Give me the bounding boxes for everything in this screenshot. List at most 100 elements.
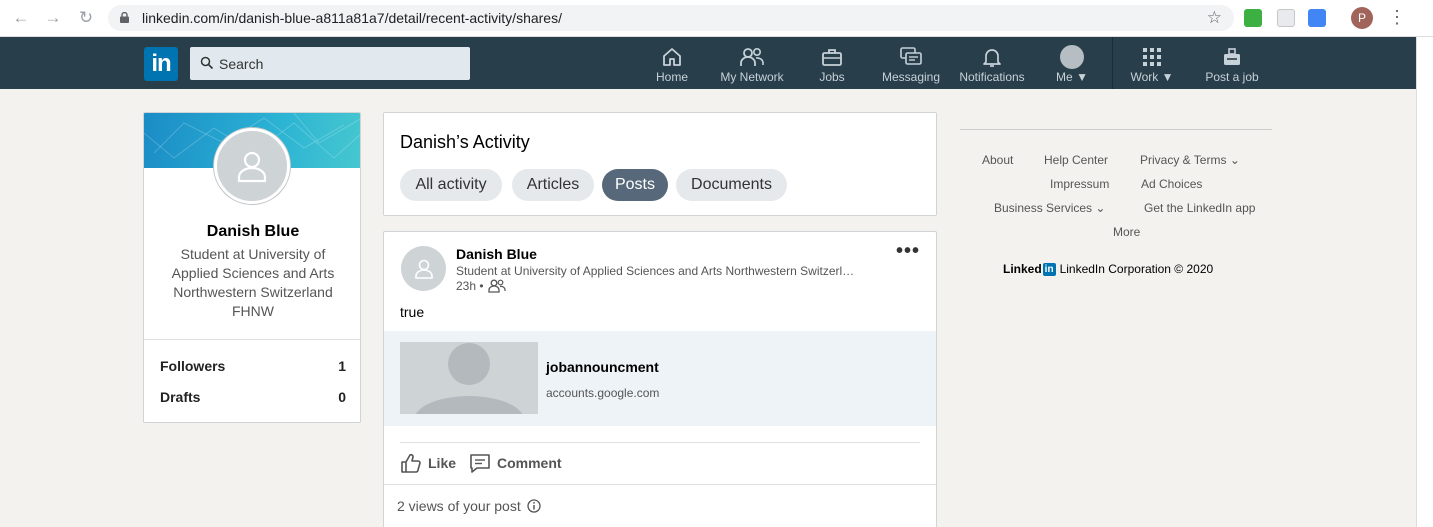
- link-thumbnail: [400, 342, 538, 414]
- brand-text: Linked: [1003, 262, 1042, 276]
- bookmark-star-icon[interactable]: ☆: [1207, 8, 1222, 28]
- network-icon: [740, 47, 764, 66]
- post-card: Danish Blue Student at University of App…: [383, 231, 937, 527]
- profile-headline: Student at University of Applied Science…: [171, 246, 335, 319]
- brand-in-badge: in: [1042, 262, 1056, 276]
- nav-label: Home: [655, 70, 688, 84]
- profile-name[interactable]: Danish Blue: [144, 223, 360, 241]
- nav-label: Work: [1130, 70, 1159, 84]
- post-text: true: [400, 304, 425, 320]
- profile-card: Danish Blue Student at University of App…: [143, 112, 361, 423]
- document-extension-icon[interactable]: [1277, 9, 1295, 27]
- nav-my-network[interactable]: My Network: [715, 37, 789, 89]
- translate-extension-icon[interactable]: [1308, 9, 1326, 27]
- tab-posts[interactable]: Posts: [602, 169, 668, 201]
- page-edge: [1416, 37, 1433, 527]
- briefcase-icon: [822, 49, 842, 66]
- lock-icon: [120, 12, 129, 23]
- footer-link-more[interactable]: More: [1113, 225, 1140, 239]
- avatar-icon: [1060, 45, 1084, 69]
- chevron-down-icon: ▼: [1076, 70, 1088, 84]
- footer-link-about[interactable]: About: [982, 153, 1013, 167]
- home-icon: [663, 48, 681, 66]
- thumbs-up-icon: [401, 453, 421, 473]
- nav-jobs[interactable]: Jobs: [814, 37, 850, 89]
- footer-link-privacy-terms[interactable]: Privacy & Terms ⌄: [1140, 153, 1240, 167]
- url-text: linkedin.com/in/danish-blue-a811a81a7/de…: [142, 10, 562, 26]
- post-views[interactable]: 2 views of your post: [397, 498, 541, 514]
- person-icon: [414, 259, 433, 279]
- browser-toolbar: ← → ↻ linkedin.com/in/danish-blue-a811a8…: [0, 0, 1433, 37]
- grid-icon: [1143, 48, 1161, 66]
- chevron-down-icon: ⌄: [1229, 153, 1240, 167]
- forward-arrow-icon[interactable]: →: [43, 8, 63, 28]
- person-placeholder-icon: [415, 343, 523, 414]
- bell-icon: [983, 49, 1001, 67]
- activity-title: Danish’s Activity: [400, 132, 530, 152]
- footer-link-ad-choices[interactable]: Ad Choices: [1141, 177, 1202, 191]
- copyright-text: LinkedIn Corporation © 2020: [1059, 262, 1214, 276]
- browser-menu-icon[interactable]: ⋮: [1388, 8, 1406, 26]
- tab-documents[interactable]: Documents: [676, 169, 787, 201]
- tab-all-activity[interactable]: All activity: [400, 169, 502, 201]
- footer-divider: [960, 129, 1272, 130]
- nav-post-a-job[interactable]: Post a job: [1200, 37, 1264, 89]
- link-label: Business Services: [994, 201, 1093, 215]
- link-preview[interactable]: jobannouncment accounts.google.com: [384, 331, 936, 426]
- linkedin-wordmark: Linked in: [1003, 262, 1056, 276]
- nav-label: My Network: [720, 70, 784, 84]
- stat-label: Drafts: [160, 389, 201, 405]
- divider: [400, 442, 920, 443]
- stat-value: 0: [338, 389, 346, 405]
- messaging-icon: [900, 47, 922, 65]
- link-source: accounts.google.com: [546, 386, 660, 400]
- like-button[interactable]: Like: [400, 450, 456, 476]
- comment-button[interactable]: Comment: [469, 450, 562, 476]
- drafts-stat[interactable]: Drafts 0: [160, 389, 346, 405]
- nav-notifications[interactable]: Notifications: [953, 37, 1031, 89]
- info-icon: [527, 499, 541, 513]
- activity-card: Danish’s Activity All activity Articles …: [383, 112, 937, 216]
- chevron-down-icon: ▼: [1161, 70, 1174, 84]
- nav-messaging[interactable]: Messaging: [878, 37, 944, 89]
- post-job-icon: [1224, 48, 1240, 65]
- search-input[interactable]: Search: [190, 47, 470, 80]
- footer-link-get-app[interactable]: Get the LinkedIn app: [1144, 201, 1255, 215]
- post-author-headline: Student at University of Applied Science…: [456, 264, 855, 278]
- nav-label: Post a job: [1205, 70, 1259, 84]
- comment-icon: [470, 454, 490, 473]
- nav-label: Me: [1056, 70, 1073, 84]
- back-arrow-icon[interactable]: ←: [11, 8, 31, 28]
- divider: [144, 339, 360, 340]
- search-placeholder: Search: [219, 56, 264, 72]
- nav-work[interactable]: Work ▼: [1126, 37, 1178, 89]
- nav-divider: [1112, 37, 1113, 89]
- author-avatar[interactable]: [401, 246, 446, 291]
- address-bar[interactable]: linkedin.com/in/danish-blue-a811a81a7/de…: [108, 5, 1234, 31]
- search-icon: [200, 56, 214, 70]
- tab-articles[interactable]: Articles: [512, 169, 594, 201]
- more-options-icon[interactable]: •••: [896, 240, 920, 263]
- post-author-name[interactable]: Danish Blue: [456, 246, 537, 262]
- reload-icon[interactable]: ↻: [76, 8, 96, 28]
- followers-stat[interactable]: Followers 1: [160, 358, 346, 374]
- stat-label: Followers: [160, 358, 226, 374]
- browser-profile-avatar[interactable]: P: [1351, 7, 1373, 29]
- extension-icon[interactable]: [1244, 9, 1262, 27]
- link-title[interactable]: jobannouncment: [546, 359, 659, 375]
- nav-home[interactable]: Home: [651, 37, 693, 89]
- copyright: Linked in LinkedIn Corporation © 2020: [1003, 262, 1213, 276]
- divider: [384, 484, 936, 485]
- comment-label: Comment: [497, 455, 562, 471]
- footer-link-impressum[interactable]: Impressum: [1050, 177, 1109, 191]
- post-time: 23h •: [456, 279, 484, 293]
- footer-link-business-services[interactable]: Business Services ⌄: [994, 201, 1105, 215]
- linkedin-logo[interactable]: in: [144, 47, 178, 81]
- footer-link-help-center[interactable]: Help Center: [1044, 153, 1108, 167]
- nav-label: Messaging: [881, 70, 941, 84]
- link-label: Privacy & Terms: [1140, 153, 1227, 167]
- nav-me[interactable]: Me ▼: [1050, 37, 1094, 89]
- person-icon: [237, 151, 267, 183]
- profile-avatar[interactable]: [214, 128, 290, 204]
- views-text: 2 views of your post: [397, 498, 521, 514]
